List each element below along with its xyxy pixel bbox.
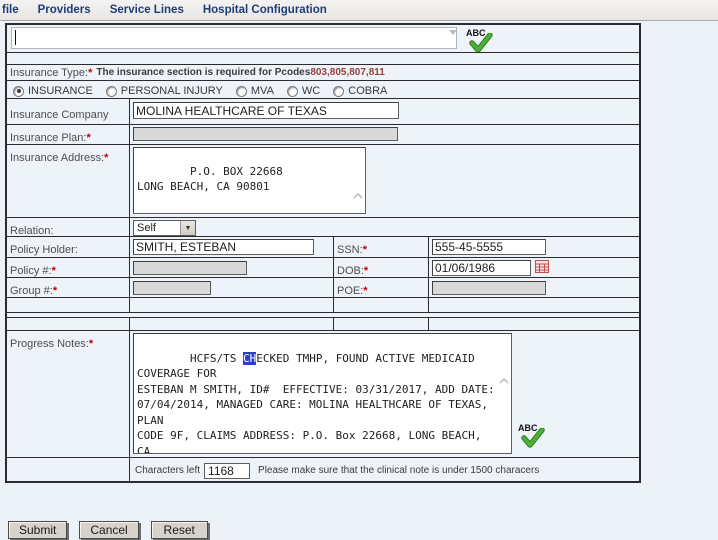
empty-row [7, 317, 639, 330]
radio-label: PERSONAL INJURY [121, 85, 223, 97]
insurance-company-input[interactable]: MOLINA HEALTHCARE OF TEXAS [133, 102, 399, 119]
insurance-type-note: The insurance section is required for Pc… [96, 67, 310, 80]
radio-label: MVA [251, 85, 274, 97]
ssn-input[interactable]: 555-45-5555 [432, 239, 546, 255]
dob-label: DOB: [337, 265, 364, 277]
characters-left-note: Please make sure that the clinical note … [258, 465, 539, 476]
menu-item-hospital-configuration[interactable]: Hospital Configuration [203, 4, 327, 16]
progress-notes-label: Progress Notes: [10, 338, 89, 350]
radio-label: INSURANCE [28, 85, 93, 97]
menu-item-service-lines[interactable]: Service Lines [110, 4, 184, 16]
poe-input-disabled [432, 281, 546, 295]
progress-notes-row: Progress Notes:* HCFS/TS CHECKED TMHP, F… [7, 330, 639, 457]
chevron-down-icon[interactable] [499, 427, 509, 435]
policy-holder-label: Policy Holder: [10, 244, 78, 256]
required-asterisk: * [104, 152, 108, 164]
required-asterisk: * [89, 338, 93, 350]
insurance-plan-input-disabled [133, 127, 398, 141]
submit-button[interactable]: Submit [8, 521, 67, 539]
radio-button-icon [106, 86, 117, 97]
policy-holder-row: Policy Holder: SMITH, ESTEBAN SSN:* 555-… [7, 236, 639, 257]
poe-label: POE: [337, 285, 363, 297]
form-actions: Submit Cancel Reset [8, 521, 208, 539]
insurance-address-text: P.O. BOX 22668 LONG BEACH, CA 90801 [137, 165, 283, 193]
required-asterisk: * [364, 265, 368, 277]
radio-cobra[interactable]: COBRA [333, 85, 387, 97]
radio-button-icon [333, 86, 344, 97]
progress-notes-text: HCFS/TS [190, 352, 243, 365]
radio-label: COBRA [348, 85, 387, 97]
top-note-row: ABC [7, 25, 639, 52]
radio-button-icon [287, 86, 298, 97]
progress-notes-selected-text: CH [243, 352, 256, 365]
insurance-type-label: Insurance Type: [10, 67, 88, 80]
green-checkmark-icon [521, 428, 545, 449]
insurance-form-table: ABC Insurance Type:* The insurance secti… [5, 23, 641, 483]
reset-button[interactable]: Reset [151, 521, 208, 539]
required-asterisk: * [88, 67, 92, 80]
relation-row: Relation: Self ▼ [7, 217, 639, 236]
chevron-down-icon[interactable] [449, 30, 457, 35]
relation-selected-value: Self [137, 222, 156, 234]
radio-button-icon [236, 86, 247, 97]
characters-left-input[interactable]: 1168 [204, 463, 250, 479]
chevron-down-icon: ▼ [180, 221, 195, 235]
group-number-label: Group #: [10, 285, 53, 297]
required-asterisk: * [363, 285, 367, 297]
insurance-type-radio-row: INSURANCE PERSONAL INJURY MVA WC COBRA [7, 80, 639, 98]
policy-number-row: Policy #:* DOB:* 01/06/1986 [7, 257, 639, 277]
calendar-icon[interactable] [535, 260, 549, 273]
group-number-input-disabled [133, 281, 211, 295]
progress-notes-textarea[interactable]: HCFS/TS CHECKED TMHP, FOUND ACTIVE MEDIC… [133, 333, 512, 454]
required-asterisk: * [86, 132, 90, 144]
required-asterisk: * [53, 285, 57, 297]
top-menu-bar: file Providers Service Lines Hospital Co… [0, 0, 718, 21]
radio-wc[interactable]: WC [287, 85, 320, 97]
insurance-address-textarea[interactable]: P.O. BOX 22668 LONG BEACH, CA 90801 [133, 147, 366, 214]
insurance-company-row: Insurance Company Name:* MOLINA HEALTHCA… [7, 98, 639, 124]
relation-select[interactable]: Self ▼ [133, 220, 196, 236]
required-asterisk: * [52, 265, 56, 277]
characters-left-label: Characters left [135, 465, 200, 476]
required-asterisk: * [363, 244, 367, 256]
dob-input[interactable]: 01/06/1986 [432, 260, 531, 276]
radio-insurance[interactable]: INSURANCE [13, 85, 93, 97]
insurance-address-row: Insurance Address:* P.O. BOX 22668 LONG … [7, 144, 639, 217]
menu-item-file[interactable]: file [2, 4, 19, 16]
radio-personal-injury[interactable]: PERSONAL INJURY [106, 85, 223, 97]
spacer-row [7, 52, 639, 64]
progress-notes-text: ECKED TMHP, FOUND ACTIVE MEDICAID COVERA… [137, 352, 495, 455]
insurance-plan-label: Insurance Plan: [10, 132, 86, 144]
top-note-textarea[interactable] [11, 27, 457, 49]
characters-left-row: Characters left 1168 Please make sure th… [7, 457, 639, 481]
green-checkmark-icon [469, 33, 493, 54]
ssn-label: SSN: [337, 244, 363, 256]
spellcheck-button[interactable]: ABC [518, 423, 548, 451]
insurance-address-label: Insurance Address: [10, 152, 104, 164]
chevron-up-icon[interactable] [353, 162, 363, 170]
policy-number-label: Policy #: [10, 265, 52, 277]
insurance-plan-row: Insurance Plan:* [7, 124, 639, 144]
chevron-up-icon[interactable] [499, 346, 509, 354]
policy-number-input-disabled [133, 261, 247, 275]
chevron-down-icon[interactable] [353, 201, 363, 209]
menu-item-providers[interactable]: Providers [38, 4, 91, 16]
policy-holder-input[interactable]: SMITH, ESTEBAN [133, 239, 314, 255]
group-number-row: Group #:* POE:* [7, 277, 639, 297]
cancel-button[interactable]: Cancel [79, 521, 138, 539]
radio-mva[interactable]: MVA [236, 85, 274, 97]
insurance-type-header-row: Insurance Type:* The insurance section i… [7, 64, 639, 80]
insurance-type-note-codes: 803,805,807,811 [310, 67, 385, 80]
radio-label: WC [302, 85, 320, 97]
empty-row [7, 297, 639, 312]
text-caret [15, 30, 16, 45]
radio-button-icon [13, 86, 24, 97]
